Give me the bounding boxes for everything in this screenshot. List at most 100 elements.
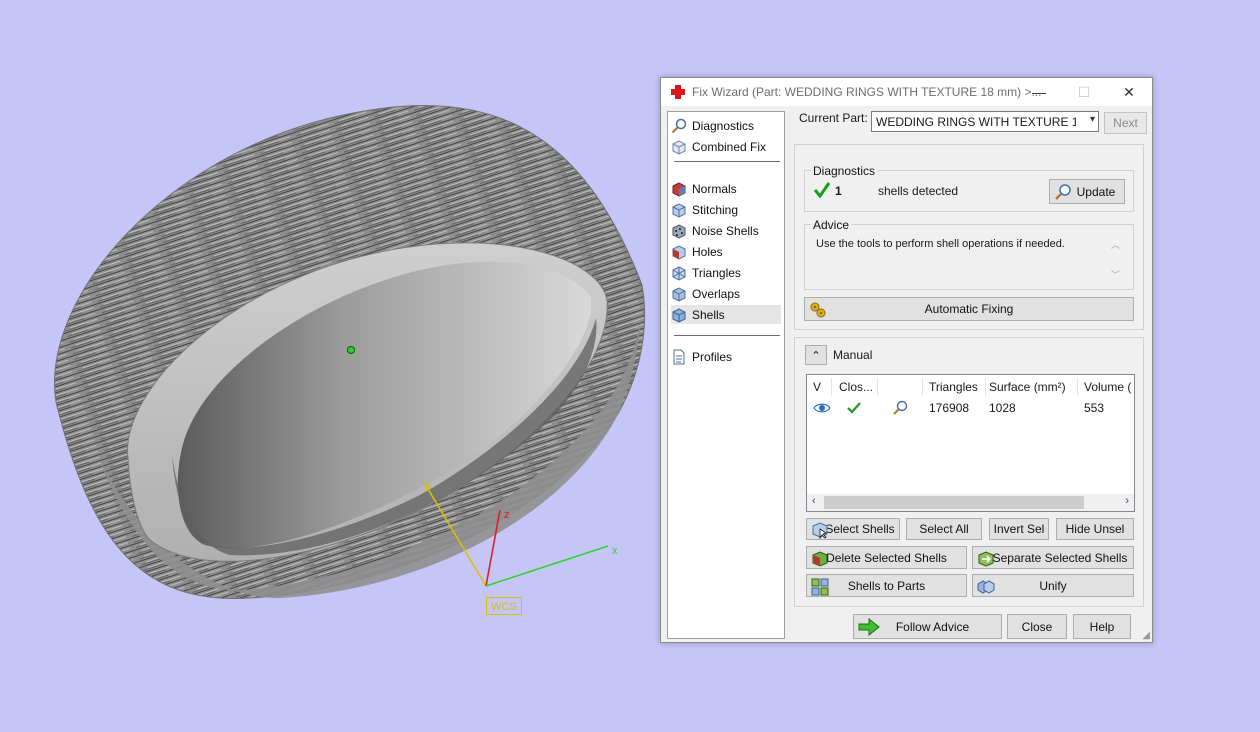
close-button[interactable]: Close — [1007, 614, 1067, 639]
red-cross-icon — [670, 84, 686, 100]
select-shells-label: Select Shells — [825, 522, 895, 536]
column-header-triangles[interactable]: Triangles — [929, 378, 983, 396]
nav-item-stitching[interactable]: Stitching — [671, 200, 781, 219]
scrollbar-thumb[interactable] — [824, 496, 1084, 509]
column-divider[interactable] — [985, 378, 986, 396]
update-button[interactable]: Update — [1049, 179, 1125, 204]
column-header-volume[interactable]: Volume ( — [1084, 378, 1134, 396]
nav-item-label: Noise Shells — [692, 223, 759, 238]
title-bar[interactable]: Fix Wizard (Part: WEDDING RINGS WITH TEX… — [661, 78, 1152, 106]
column-header-closed[interactable]: Clos... — [839, 378, 875, 396]
nav-item-holes[interactable]: Holes — [671, 242, 781, 261]
eye-icon[interactable] — [813, 399, 831, 417]
current-part-value: WEDDING RINGS WITH TEXTURE 18 mm — [876, 115, 1076, 129]
close-window-button[interactable]: ✕ — [1106, 78, 1152, 106]
shells-to-parts-button[interactable]: Shells to Parts — [806, 574, 967, 597]
column-header-visible[interactable]: V — [813, 378, 827, 396]
magnifier-icon[interactable] — [891, 399, 909, 417]
nav-item-profiles[interactable]: Profiles — [671, 347, 781, 366]
nav-item-label: Stitching — [692, 202, 739, 217]
delete-selected-shells-button[interactable]: Delete Selected Shells — [806, 546, 967, 569]
separate-selected-shells-button[interactable]: Separate Selected Shells — [972, 546, 1134, 569]
advice-scroll-down-icon[interactable]: ﹀ — [1111, 268, 1120, 281]
ring-model[interactable] — [0, 0, 660, 732]
scroll-right-icon[interactable]: › — [1125, 495, 1129, 507]
nav-item-shells[interactable]: Shells — [671, 305, 781, 324]
wcs-label: WCS — [486, 597, 522, 615]
overlaps-cube-icon — [671, 286, 687, 302]
scroll-left-icon[interactable]: ‹ — [812, 495, 816, 507]
column-divider[interactable] — [831, 378, 832, 396]
follow-advice-button[interactable]: Follow Advice — [853, 614, 1002, 639]
triangles-cell: 176908 — [929, 401, 970, 415]
help-button[interactable]: Help — [1073, 614, 1131, 639]
horizontal-scrollbar[interactable]: ‹ › — [807, 494, 1134, 511]
diagnostics-status: shells detected — [878, 184, 959, 198]
nav-item-diagnostics[interactable]: Diagnostics — [671, 116, 781, 135]
minimize-button[interactable]: — — [1016, 78, 1062, 106]
pivot-point-icon — [347, 346, 355, 354]
diagnostics-group-label: Diagnostics — [811, 164, 878, 178]
shells-table[interactable]: V Clos... Triangles Surface (mm²) Volume… — [806, 374, 1135, 512]
unify-button[interactable]: Unify — [972, 574, 1134, 597]
separate-arrows-icon — [977, 550, 995, 568]
manual-label: Manual — [833, 348, 873, 362]
shells-to-parts-label: Shells to Parts — [847, 578, 926, 593]
volume-cell: 553 — [1084, 401, 1105, 415]
noise-shells-icon — [671, 223, 687, 239]
chevron-up-icon: ⌃ — [811, 349, 821, 362]
shell-count: 1 — [835, 184, 842, 198]
column-divider[interactable] — [877, 378, 878, 396]
automatic-fixing-label: Automatic Fixing — [924, 302, 1014, 316]
nav-item-label: Holes — [692, 244, 723, 259]
shells-cube-icon — [671, 307, 687, 323]
nav-item-overlaps[interactable]: Overlaps — [671, 284, 781, 303]
green-arrow-icon — [858, 617, 880, 637]
automatic-fixing-button[interactable]: Automatic Fixing — [804, 297, 1134, 321]
column-divider[interactable] — [922, 378, 923, 396]
magnifier-icon — [671, 118, 687, 134]
nav-item-triangles[interactable]: Triangles — [671, 263, 781, 282]
unify-label: Unify — [1039, 578, 1067, 593]
document-icon — [671, 349, 687, 365]
fix-wizard-dialog: Fix Wizard (Part: WEDDING RINGS WITH TEX… — [660, 77, 1153, 643]
nav-item-label: Combined Fix — [692, 139, 767, 154]
select-cube-icon — [811, 521, 829, 540]
nav-item-label: Triangles — [692, 265, 741, 280]
nav-item-noise-shells[interactable]: Noise Shells — [671, 221, 781, 240]
delete-cube-icon — [811, 550, 829, 568]
unify-cubes-icon — [977, 578, 995, 596]
chevron-down-icon: ▾ — [1089, 114, 1095, 125]
hide-unselected-button[interactable]: Hide Unsel — [1056, 518, 1134, 540]
invert-selection-button[interactable]: Invert Sel — [989, 518, 1049, 540]
advice-text: Use the tools to perform shell operation… — [816, 238, 1065, 250]
stitching-cube-icon — [671, 202, 687, 218]
next-button[interactable]: Next — [1104, 112, 1147, 134]
advice-scroll-up-icon[interactable]: ︿ — [1111, 238, 1120, 251]
nav-item-normals[interactable]: Normals — [671, 179, 781, 198]
column-divider[interactable] — [1077, 378, 1078, 396]
gears-icon — [809, 301, 827, 319]
nav-item-label: Normals — [692, 181, 737, 196]
nav-item-combined-fix[interactable]: Combined Fix — [671, 137, 781, 156]
advice-group — [804, 224, 1134, 290]
z-axis-label: z — [504, 509, 510, 521]
maximize-button[interactable]: ☐ — [1061, 78, 1107, 106]
nav-divider — [674, 335, 780, 336]
x-axis-label: x — [612, 545, 618, 557]
resize-grip-icon[interactable]: ◢ — [1142, 630, 1150, 641]
collapse-manual-button[interactable]: ⌃ — [805, 345, 827, 365]
select-shells-button[interactable]: Select Shells — [806, 518, 900, 540]
fix-wizard-nav: Diagnostics Combined Fix Normals Stitchi… — [667, 111, 785, 639]
holes-cube-icon — [671, 244, 687, 260]
surface-cell: 1028 — [989, 401, 1016, 415]
current-part-select[interactable]: WEDDING RINGS WITH TEXTURE 18 mm ▾ — [871, 111, 1099, 132]
magnifier-icon — [1054, 183, 1072, 201]
select-all-button[interactable]: Select All — [906, 518, 982, 540]
cube-icon — [671, 139, 687, 155]
advice-group-label: Advice — [811, 218, 852, 232]
column-header-surface[interactable]: Surface (mm²) — [989, 378, 1075, 396]
dialog-title: Fix Wizard (Part: WEDDING RINGS WITH TEX… — [692, 85, 1042, 99]
delete-selected-shells-label: Delete Selected Shells — [826, 550, 947, 565]
column-header-inspect[interactable] — [885, 378, 915, 396]
